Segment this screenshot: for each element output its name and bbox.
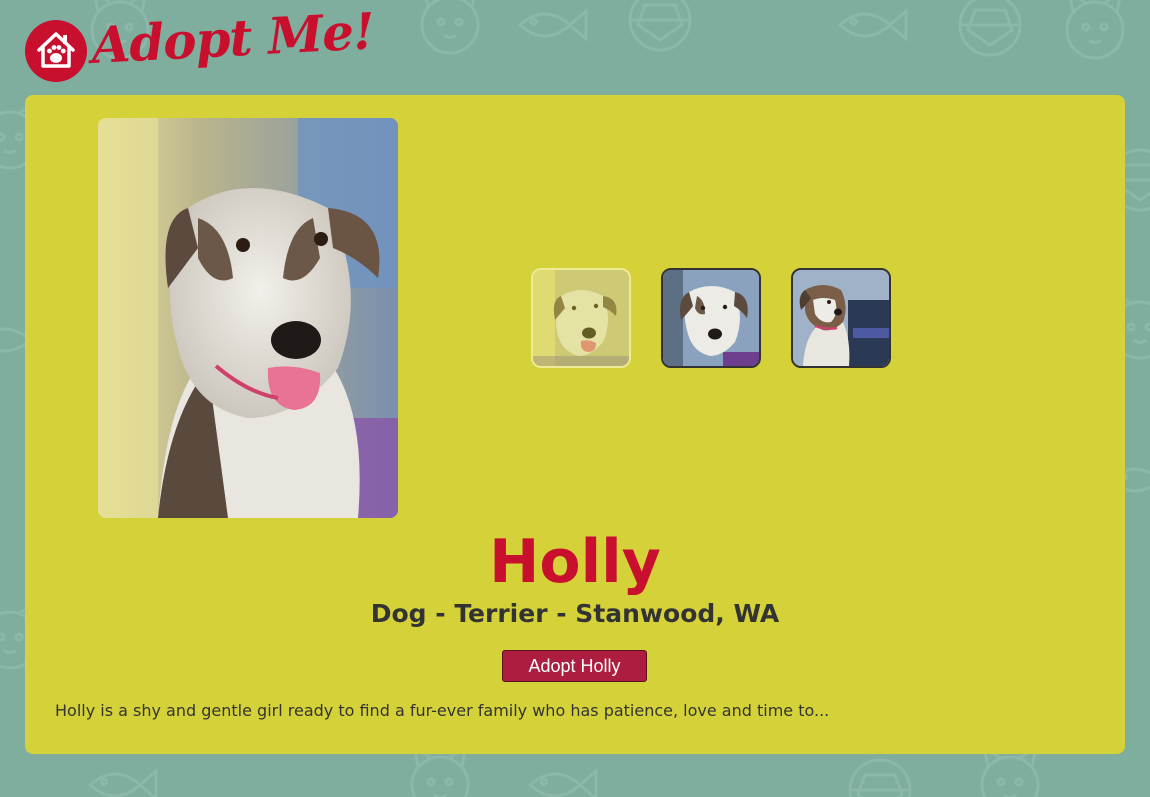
thumbnail-1[interactable] [531,268,631,368]
pet-name-heading: Holly [489,527,661,597]
adopt-button[interactable]: Adopt Holly [502,650,647,682]
home-logo-link[interactable]: Adopt Me! [25,1,375,98]
pet-meta-subheading: Dog - Terrier - Stanwood, WA [370,599,780,628]
house-paw-logo-icon [25,20,87,82]
pet-hero-photo [98,118,398,518]
pet-details-card: Holly Dog - Terrier - Stanwood, WA Adopt… [25,95,1125,754]
photo-thumbnail-strip [531,268,891,368]
thumbnail-2[interactable] [661,268,761,368]
pet-description: Holly is a shy and gentle girl ready to … [55,701,830,720]
thumbnail-3[interactable] [791,268,891,368]
site-header: Adopt Me! [25,1,375,98]
